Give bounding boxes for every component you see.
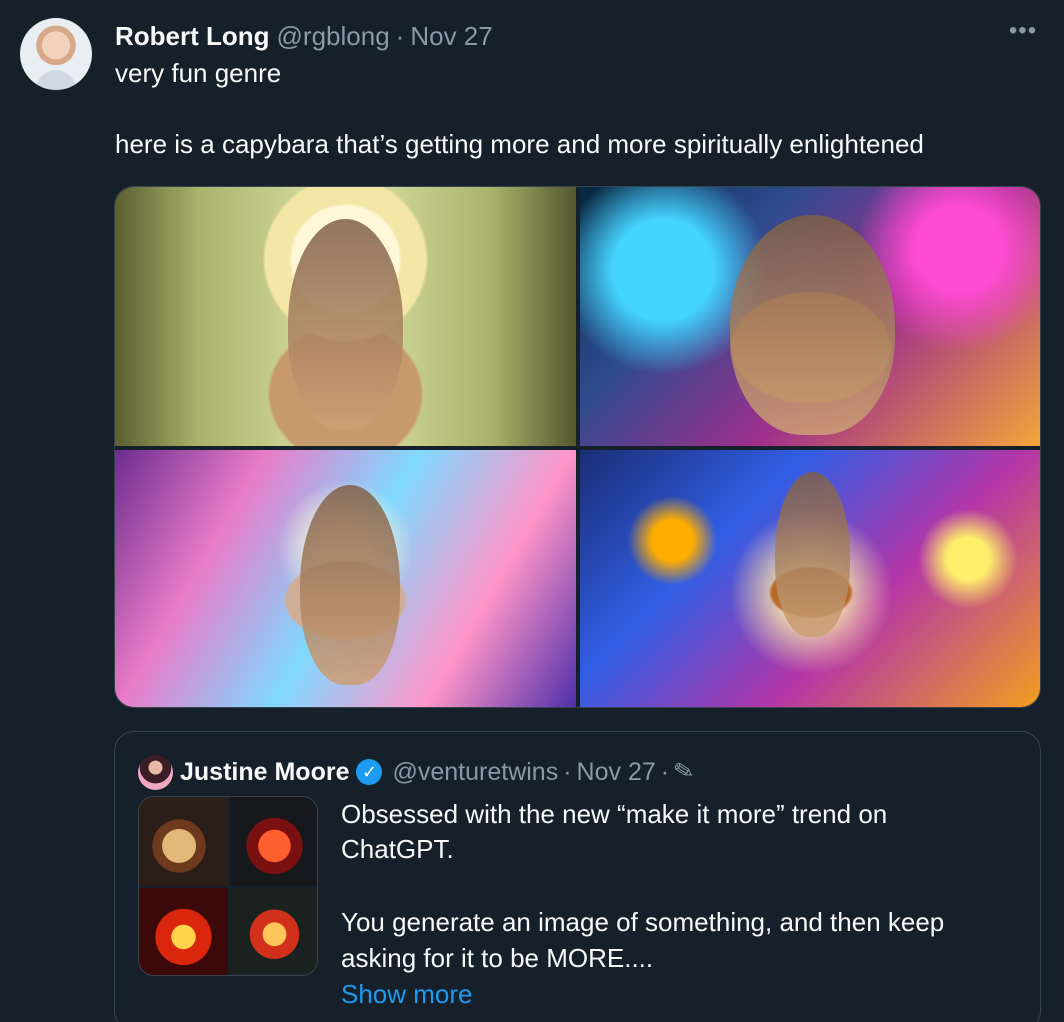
tweet-text-line-1: very fun genre — [115, 58, 282, 88]
author-avatar[interactable] — [20, 18, 92, 90]
tweet-date[interactable]: Nov 27 — [410, 21, 492, 52]
quoted-tweet-header: Justine Moore ✓ @venturetwins · Nov 27 ·… — [180, 754, 704, 790]
edit-pencil-icon: ✎ — [671, 756, 697, 787]
ramen-image-4[interactable] — [230, 888, 317, 975]
capybara-image-3[interactable] — [115, 450, 576, 707]
quoted-author-avatar[interactable] — [138, 755, 173, 790]
quoted-author-name[interactable]: Justine Moore — [180, 758, 349, 787]
more-options-button[interactable]: ••• — [1006, 17, 1040, 50]
tweet-header: Robert Long @rgblong · Nov 27 — [115, 18, 493, 54]
tweet-media-grid[interactable] — [114, 186, 1041, 708]
ramen-image-2[interactable] — [230, 797, 317, 886]
verified-badge-icon: ✓ — [356, 759, 383, 785]
author-handle[interactable]: @rgblong — [277, 21, 390, 52]
ramen-image-3[interactable] — [139, 888, 228, 975]
tweet-card[interactable]: Robert Long @rgblong · Nov 27 ••• very f… — [0, 0, 1064, 1022]
quoted-header-separator-1: · — [563, 757, 572, 786]
quoted-tweet-card[interactable]: Justine Moore ✓ @venturetwins · Nov 27 ·… — [114, 731, 1041, 1022]
more-horizontal-icon: ••• — [1008, 17, 1038, 44]
capybara-image-1[interactable] — [115, 187, 576, 446]
quoted-author-handle[interactable]: @venturetwins — [392, 758, 558, 787]
author-name[interactable]: Robert Long — [115, 21, 270, 52]
show-more-link[interactable]: Show more — [341, 979, 473, 1010]
header-separator: · — [395, 20, 405, 51]
quoted-text-line-4: asking for it to be MORE.... — [341, 943, 654, 973]
quoted-tweet-date[interactable]: Nov 27 — [577, 758, 656, 787]
capybara-image-2[interactable] — [580, 187, 1040, 446]
quoted-tweet-media-grid[interactable] — [138, 796, 318, 976]
quoted-header-separator-2: · — [660, 757, 670, 786]
quoted-text-line-1: Obsessed with the new “make it more” tre… — [341, 799, 888, 829]
capybara-image-4[interactable] — [580, 450, 1040, 707]
quoted-text-line-3: You generate an image of something, and … — [341, 907, 945, 937]
ramen-image-1[interactable] — [139, 797, 228, 886]
quoted-text-line-2: ChatGPT. — [341, 834, 454, 864]
tweet-text-line-2: here is a capybara that’s getting more a… — [115, 129, 924, 159]
